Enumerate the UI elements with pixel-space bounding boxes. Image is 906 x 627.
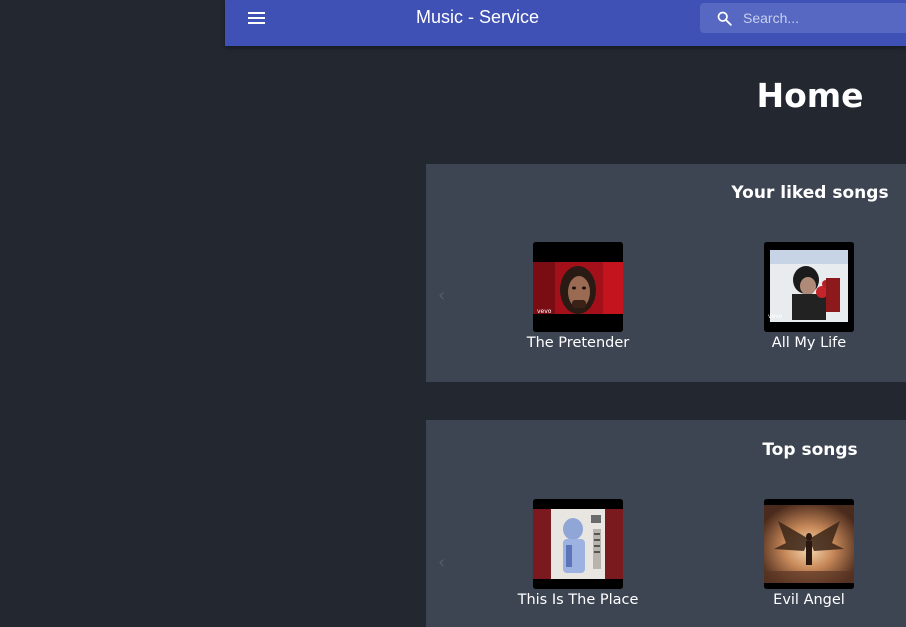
song-title: The Pretender: [526, 335, 630, 351]
song-thumbnail[interactable]: vevo: [764, 242, 854, 332]
chevron-left-icon[interactable]: ‹: [438, 553, 450, 573]
chevron-left-icon[interactable]: ‹: [438, 286, 450, 306]
thumbnail-image: vevo: [764, 242, 854, 332]
search-icon: [717, 11, 732, 26]
svg-text:vevo: vevo: [537, 308, 552, 315]
song-title: All My Life: [771, 335, 847, 351]
liked-songs-section: Your liked songs ‹ vevo The Pretender ve…: [426, 164, 906, 382]
song-thumbnail[interactable]: [533, 499, 623, 589]
song-title: This Is The Place: [517, 592, 639, 608]
top-app-bar: Music - Service: [225, 0, 906, 46]
svg-text:vevo: vevo: [768, 313, 783, 320]
song-title: Evil Angel: [773, 592, 845, 608]
song-card-evil-angel[interactable]: Evil Angel: [729, 499, 889, 608]
thumbnail-image: [533, 499, 623, 589]
menu-icon[interactable]: [247, 9, 267, 27]
search-input[interactable]: [743, 7, 903, 29]
section-title: Your liked songs: [731, 183, 889, 203]
thumbnail-image: [764, 499, 854, 589]
top-songs-section: Top songs ‹ This Is The Place Evil Angel: [426, 420, 906, 627]
search-box[interactable]: [700, 3, 906, 33]
song-card-the-pretender[interactable]: vevo The Pretender: [498, 242, 658, 351]
song-thumbnail[interactable]: [764, 499, 854, 589]
page-title: Home: [756, 76, 864, 115]
app-page: Music - Service Home Your liked songs ‹: [0, 0, 906, 627]
thumbnail-image: vevo: [533, 242, 623, 332]
song-card-all-my-life[interactable]: vevo All My Life: [729, 242, 889, 351]
section-title: Top songs: [762, 440, 858, 460]
song-card-this-is-the-place[interactable]: This Is The Place: [498, 499, 658, 608]
app-title: Music - Service: [416, 7, 540, 27]
song-thumbnail[interactable]: vevo: [533, 242, 623, 332]
